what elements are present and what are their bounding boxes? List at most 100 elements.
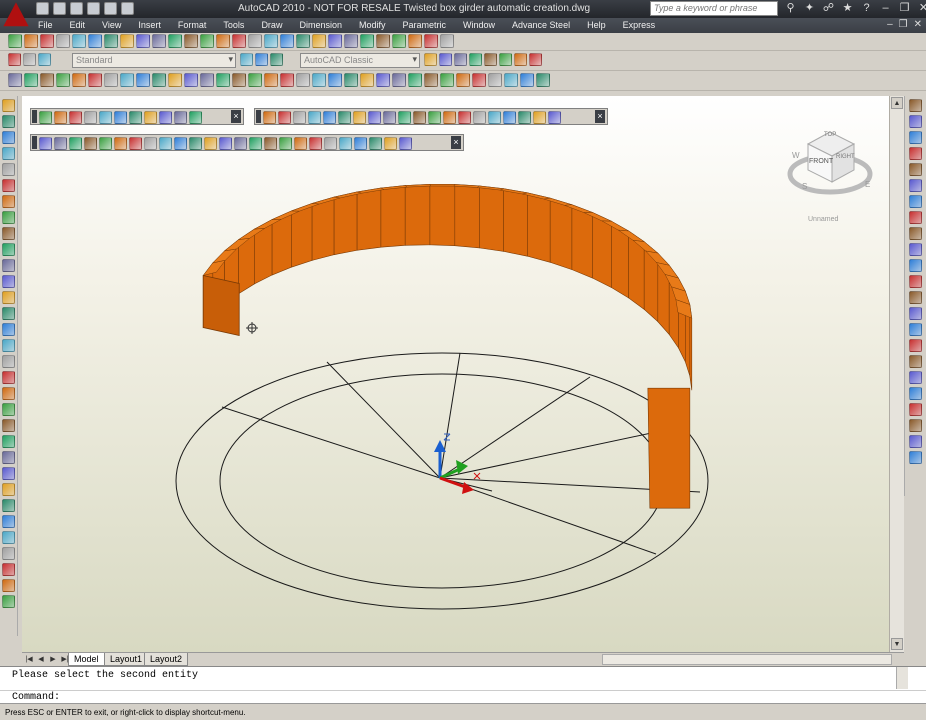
- tab-model[interactable]: Model: [68, 653, 105, 666]
- tool-button-icon[interactable]: [376, 34, 390, 48]
- draw-tool-icon[interactable]: [2, 211, 15, 224]
- close-icon[interactable]: ×: [231, 110, 241, 123]
- modify-tool-icon[interactable]: [909, 195, 922, 208]
- tool-button-icon[interactable]: [248, 73, 262, 87]
- tool-button-icon[interactable]: [120, 73, 134, 87]
- tool-button-icon[interactable]: [264, 34, 278, 48]
- girder-segment[interactable]: [549, 197, 573, 271]
- tool-button-icon[interactable]: [168, 34, 182, 48]
- draw-tool-icon[interactable]: [2, 227, 15, 240]
- tool-button-icon[interactable]: [279, 137, 292, 150]
- menu-help[interactable]: Help: [587, 19, 614, 30]
- compass-w-label[interactable]: W: [792, 151, 800, 160]
- tool-button-icon[interactable]: [200, 73, 214, 87]
- draw-tool-icon[interactable]: [2, 483, 15, 496]
- tool-button-icon[interactable]: [159, 111, 172, 124]
- draw-tool-icon[interactable]: [2, 291, 15, 304]
- draw-tool-icon[interactable]: [2, 435, 15, 448]
- menu-format[interactable]: Format: [178, 19, 215, 30]
- tool-button-icon[interactable]: [443, 111, 456, 124]
- tool-button-icon[interactable]: [328, 73, 342, 87]
- doc-restore-icon[interactable]: ❐: [899, 19, 908, 30]
- tool-button-icon[interactable]: [72, 73, 86, 87]
- tool-button-icon[interactable]: [499, 53, 512, 66]
- girder-segment[interactable]: [380, 185, 406, 248]
- menu-draw[interactable]: Draw: [261, 19, 290, 30]
- tab-next-icon[interactable]: ▶: [48, 654, 58, 665]
- tool-button-icon[interactable]: [72, 34, 86, 48]
- tool-button-icon[interactable]: [144, 137, 157, 150]
- tool-button-icon[interactable]: [232, 34, 246, 48]
- menu-file[interactable]: File: [38, 19, 61, 30]
- menu-express[interactable]: Express: [623, 19, 664, 30]
- modify-tool-icon[interactable]: [909, 403, 922, 416]
- tool-button-icon[interactable]: [294, 137, 307, 150]
- tool-button-icon[interactable]: [234, 137, 247, 150]
- tool-button-icon[interactable]: [184, 34, 198, 48]
- tool-button-icon[interactable]: [368, 111, 381, 124]
- tool-button-icon[interactable]: [536, 73, 550, 87]
- tool-button-icon[interactable]: [296, 73, 310, 87]
- tool-button-icon[interactable]: [129, 111, 142, 124]
- tool-button-icon[interactable]: [488, 111, 501, 124]
- close-icon[interactable]: ×: [451, 136, 461, 149]
- tool-button-icon[interactable]: [280, 34, 294, 48]
- tool-button-icon[interactable]: [104, 34, 118, 48]
- redo-icon[interactable]: [104, 2, 117, 15]
- tool-button-icon[interactable]: [39, 111, 52, 124]
- tool-button-icon[interactable]: [392, 34, 406, 48]
- draw-tool-icon[interactable]: [2, 595, 15, 608]
- tool-button-icon[interactable]: [174, 111, 187, 124]
- tool-button-icon[interactable]: [308, 111, 321, 124]
- tool-button-icon[interactable]: [24, 73, 38, 87]
- draw-tool-icon[interactable]: [2, 547, 15, 560]
- tool-button-icon[interactable]: [136, 73, 150, 87]
- draw-tool-icon[interactable]: [2, 563, 15, 576]
- tool-button-icon[interactable]: [144, 111, 157, 124]
- tool-button-icon[interactable]: [54, 111, 67, 124]
- tool-button-icon[interactable]: [384, 137, 397, 150]
- tool-button-icon[interactable]: [99, 111, 112, 124]
- girder-segment[interactable]: [479, 185, 505, 252]
- tool-button-icon[interactable]: [309, 137, 322, 150]
- girder-top-segment[interactable]: [429, 184, 456, 187]
- plot-icon[interactable]: [121, 2, 134, 15]
- tool-button-icon[interactable]: [293, 111, 306, 124]
- draw-tool-icon[interactable]: [2, 419, 15, 432]
- autocad-logo-icon[interactable]: [3, 2, 29, 27]
- tool-button-icon[interactable]: [114, 111, 127, 124]
- tool-button-icon[interactable]: [456, 73, 470, 87]
- girder-segment[interactable]: [571, 204, 593, 279]
- compass-e-label[interactable]: E: [865, 180, 870, 189]
- tool-button-icon[interactable]: [399, 137, 412, 150]
- girder-segment[interactable]: [503, 188, 528, 257]
- tool-button-icon[interactable]: [344, 73, 358, 87]
- comm-center-icon[interactable]: ☍: [822, 2, 835, 15]
- doc-minimize-icon[interactable]: –: [887, 19, 893, 30]
- draw-tool-icon[interactable]: [2, 99, 15, 112]
- draw-tool-icon[interactable]: [2, 131, 15, 144]
- toolbar-grip[interactable]: [256, 110, 261, 123]
- modify-tool-icon[interactable]: [909, 131, 922, 144]
- toolbar-grip[interactable]: [32, 110, 37, 123]
- tool-button-icon[interactable]: [529, 53, 542, 66]
- close-icon[interactable]: ✕: [917, 2, 926, 15]
- command-line[interactable]: Command:: [0, 690, 926, 703]
- draw-tool-icon[interactable]: [2, 179, 15, 192]
- minimize-icon[interactable]: –: [879, 2, 892, 15]
- draw-tool-icon[interactable]: [2, 499, 15, 512]
- search-input[interactable]: Type a keyword or phrase: [650, 1, 778, 16]
- tool-button-icon[interactable]: [216, 34, 230, 48]
- draw-tool-icon[interactable]: [2, 243, 15, 256]
- tool-button-icon[interactable]: [184, 73, 198, 87]
- modify-tool-icon[interactable]: [909, 275, 922, 288]
- menu-view[interactable]: View: [102, 19, 129, 30]
- tool-button-icon[interactable]: [23, 53, 36, 66]
- tool-button-icon[interactable]: [114, 137, 127, 150]
- tool-button-icon[interactable]: [24, 34, 38, 48]
- modify-tool-icon[interactable]: [909, 227, 922, 240]
- modify-tool-icon[interactable]: [909, 163, 922, 176]
- tab-layout2[interactable]: Layout2: [144, 653, 189, 666]
- modify-tool-icon[interactable]: [909, 435, 922, 448]
- draw-tool-icon[interactable]: [2, 115, 15, 128]
